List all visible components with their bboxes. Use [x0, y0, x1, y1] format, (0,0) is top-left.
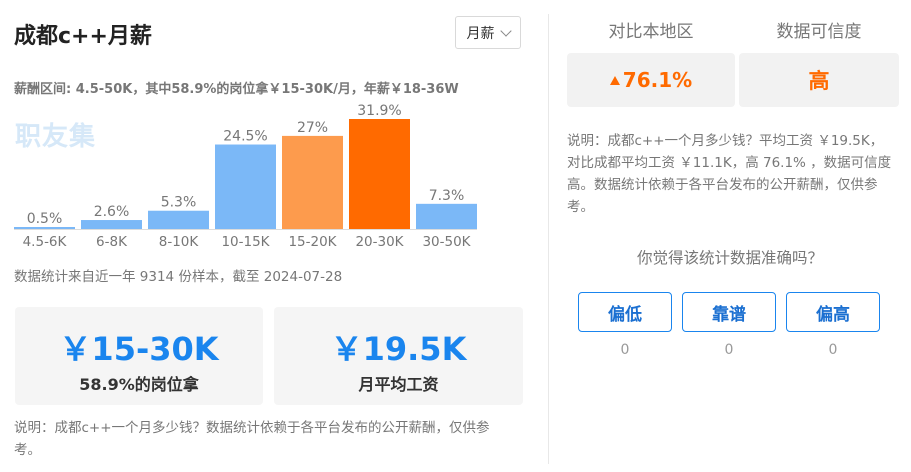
bar-value-label: 2.6% [94, 204, 130, 220]
compare-region-value: 76.1% [622, 68, 693, 92]
period-select-value: 月薪 [466, 25, 495, 42]
left-disclaimer: 说明：成都c++一个月多少钱？数据统计依赖于各平台发布的公开薪酬，仅供参考。 [14, 420, 490, 458]
compare-region-header: 对比本地区 [608, 22, 694, 42]
bar-value-label: 0.5% [27, 211, 63, 227]
bar-value-label: 27% [297, 120, 328, 136]
credibility-value: 高 [808, 69, 830, 93]
x-tick-label: 30-50K [422, 234, 471, 250]
average-salary-value: ￥19.5K [330, 330, 467, 368]
sample-stat-note: 数据统计来自近一年 9314 份样本，截至 2024-07-28 [14, 269, 343, 285]
x-tick-label: 15-20K [288, 234, 337, 250]
compare-region-box: 76.1% [567, 53, 735, 107]
credibility-header: 数据可信度 [776, 22, 862, 42]
vote-low-count: 0 [620, 342, 630, 358]
average-salary-label: 月平均工资 [358, 375, 439, 394]
vote-high-button[interactable]: 偏高 [786, 292, 880, 332]
salary-range-value: ￥15-30K [59, 330, 219, 368]
credibility-box: 高 [739, 53, 899, 107]
salary-range-summary: 薪酬区间: 4.5-50K，其中58.9%的岗位拿￥15-30K/月，年薪￥18… [14, 82, 459, 97]
bar-value-label: 5.3% [161, 195, 197, 211]
page-title: 成都c++月薪 [14, 24, 152, 49]
right-disclaimer: 说明：成都c++一个月多少钱？平均工资 ￥19.5K，对比成都平均工资 ￥11.… [567, 133, 892, 215]
vote-high-count: 0 [828, 342, 838, 358]
vote-accurate-button[interactable]: 靠谱 [682, 292, 776, 332]
x-tick-label: 8-10K [159, 234, 200, 250]
x-tick-label: 10-15K [221, 234, 270, 250]
bar-10-15K [215, 144, 276, 229]
bar-8-10K [148, 210, 209, 229]
bar-20-30K [349, 119, 410, 229]
x-tick-label: 6-8K [96, 234, 128, 250]
bar-value-label: 31.9% [357, 104, 401, 119]
average-salary-card: ￥19.5K 月平均工资 [274, 307, 523, 405]
salary-range-label: 58.9%的岗位拿 [79, 375, 199, 394]
bar-value-label: 7.3% [429, 188, 465, 204]
vote-low-button[interactable]: 偏低 [578, 292, 672, 332]
salary-distribution-chart: 0.5% 4.5-6K 2.6% 6-8K 5.3% 8-10K 24.5% 10-15K 27… [0, 104, 548, 254]
bar-15-20K [282, 135, 343, 229]
bar-4.5-6K [14, 227, 75, 229]
salary-panel: 成都c++月薪 月薪 薪酬区间: 4.5-50K，其中58.9%的岗位拿￥15-… [0, 0, 548, 472]
salary-range-card: ￥15-30K 58.9%的岗位拿 [15, 307, 263, 405]
chevron-down-icon [499, 24, 512, 37]
accuracy-question: 你觉得该统计数据准确吗？ [636, 249, 823, 267]
bar-30-50K [416, 203, 477, 229]
vote-accurate-count: 0 [724, 342, 734, 358]
bar-value-label: 24.5% [223, 129, 267, 145]
arrow-up-icon [609, 75, 620, 85]
period-select[interactable]: 月薪 [455, 16, 521, 49]
x-tick-label: 20-30K [355, 234, 404, 250]
bar-chart-svg: 0.5% 4.5-6K 2.6% 6-8K 5.3% 8-10K 24.5% 10-15K 27… [14, 104, 477, 250]
comparison-panel: 对比本地区 数据可信度 76.1% 高 说明：成都c++一个月多少钱？平均工资 … [549, 0, 911, 472]
x-tick-label: 4.5-6K [23, 234, 68, 250]
bar-6-8K [81, 220, 142, 229]
